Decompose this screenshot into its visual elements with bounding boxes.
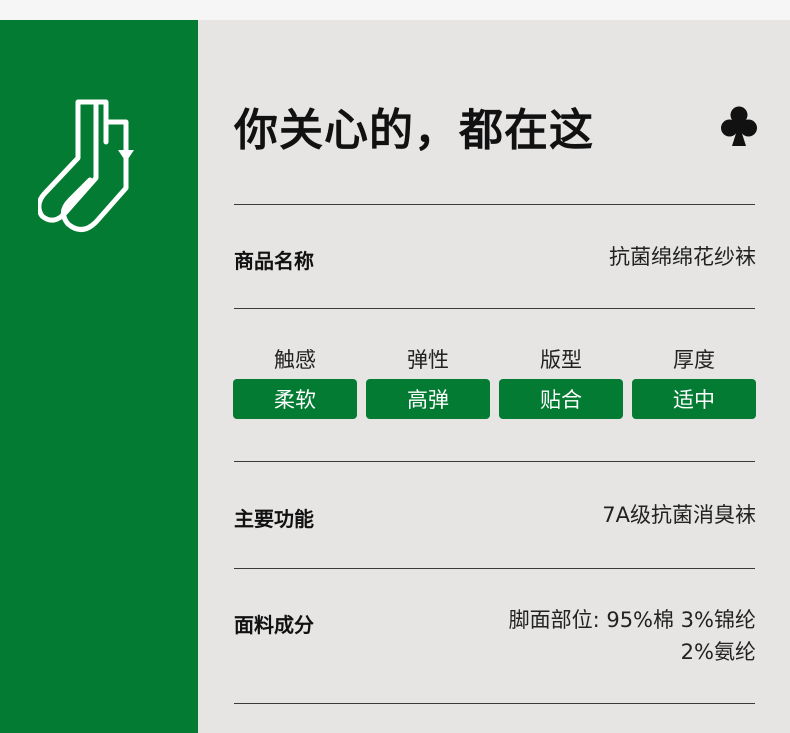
sidebar — [0, 20, 198, 733]
attribute-touch: 触感 柔软 — [233, 345, 357, 419]
function-value: 7A级抗菌消臭袜 — [602, 503, 756, 527]
material-value-line2: 2%氨纶 — [680, 640, 756, 664]
attribute-thickness: 厚度 适中 — [632, 345, 756, 419]
divider — [234, 204, 755, 205]
sock-icon — [38, 99, 134, 232]
material-value-line1: 脚面部位: 95%棉 3%锦纶 — [508, 608, 756, 632]
attribute-grid: 触感 柔软 弹性 高弹 版型 贴合 厚度 适中 — [233, 345, 757, 419]
divider — [234, 308, 755, 309]
divider — [234, 461, 755, 462]
top-strip — [0, 0, 790, 20]
divider — [234, 703, 755, 704]
attribute-name: 厚度 — [673, 348, 715, 372]
attribute-name: 触感 — [274, 348, 316, 372]
attribute-value-badge: 高弹 — [366, 379, 490, 419]
attribute-value-badge: 贴合 — [499, 379, 623, 419]
product-name-value: 抗菌绵绵花纱袜 — [609, 245, 756, 269]
attribute-fit: 版型 贴合 — [499, 345, 623, 419]
material-label: 面料成分 — [234, 613, 314, 637]
club-icon — [721, 106, 757, 146]
function-label: 主要功能 — [234, 507, 314, 531]
attribute-elasticity: 弹性 高弹 — [366, 345, 490, 419]
divider — [234, 568, 755, 569]
attribute-name: 版型 — [540, 348, 582, 372]
attribute-value-badge: 适中 — [632, 379, 756, 419]
attribute-value-badge: 柔软 — [233, 379, 357, 419]
info-panel: 你关心的，都在这 商品名称 抗菌绵绵花纱袜 触感 柔软 弹性 高弹 版型 贴合 … — [198, 20, 790, 733]
page-title: 你关心的，都在这 — [234, 105, 594, 156]
attribute-name: 弹性 — [407, 348, 449, 372]
product-name-label: 商品名称 — [234, 249, 314, 273]
